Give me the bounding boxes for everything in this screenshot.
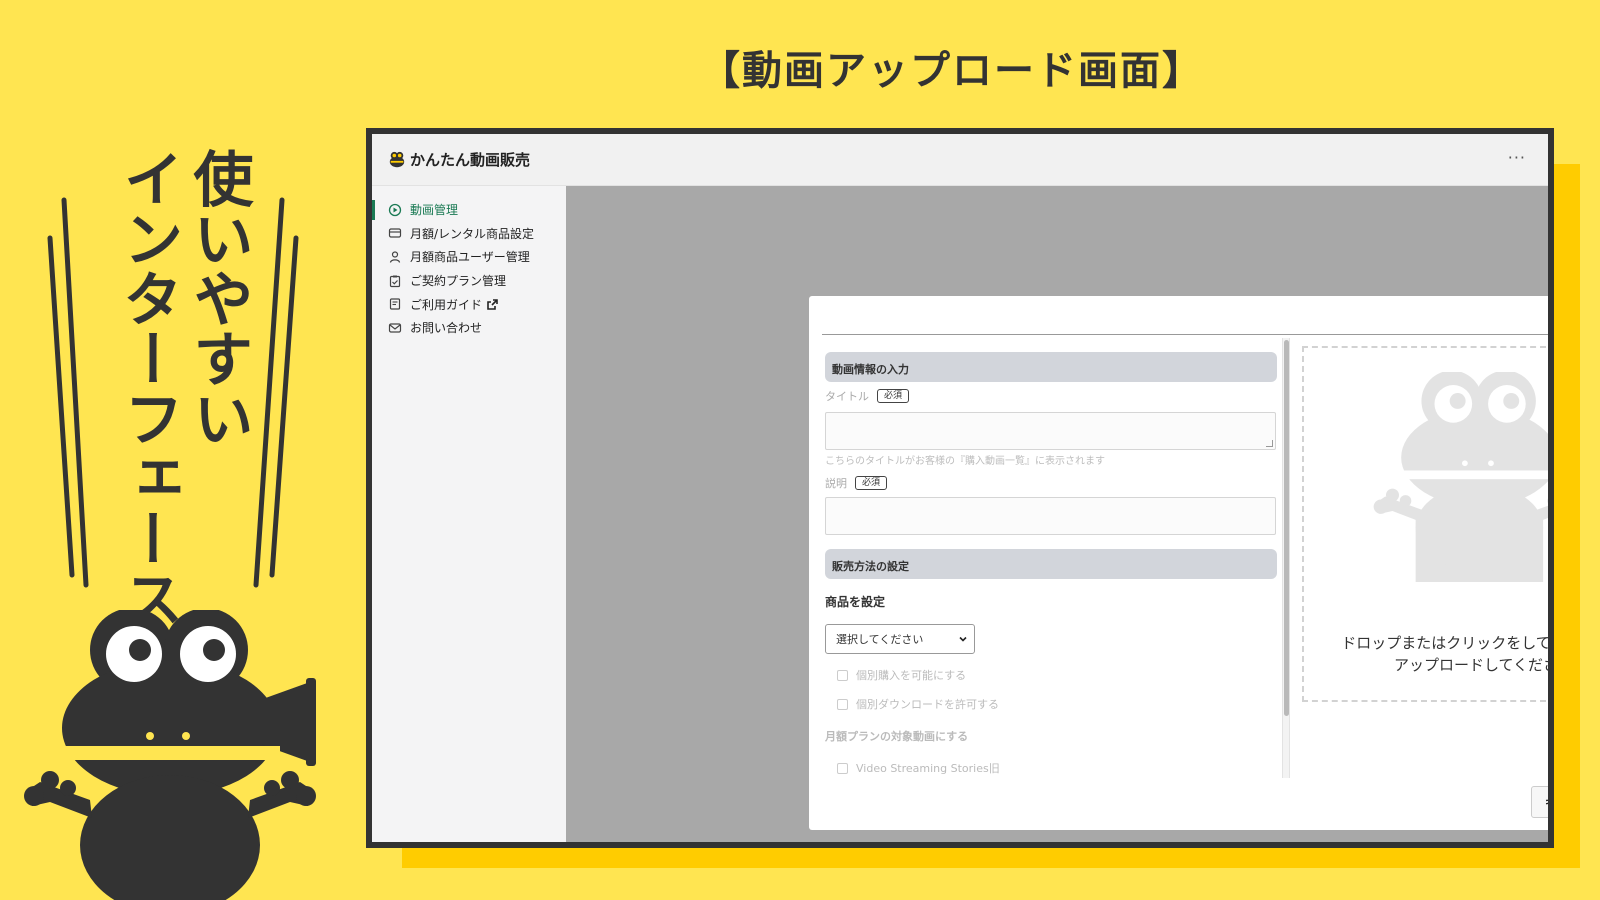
sidebar-item-label: 月額商品ユーザー管理: [410, 250, 530, 265]
file-dropzone[interactable]: ドロップまたはクリックをしてファイルを アップロードしてください: [1302, 346, 1551, 702]
individual-download-checkbox[interactable]: [837, 698, 848, 710]
title-hint: こちらのタイトルがお客様の『購入動画一覧』に表示されます: [825, 456, 1105, 467]
emphasis-lines: [47, 197, 299, 588]
section-video-info: 動画情報の入力: [825, 352, 1277, 382]
user-icon: [389, 251, 401, 263]
modal-header-divider: [822, 334, 1548, 335]
sidebar-item-user-guide[interactable]: ご利用ガイド: [372, 292, 566, 316]
sidebar: 動画管理 月額/レンタル商品設定 月額商品ユーザー管理 ご契約プラン管理 ご利用…: [372, 186, 566, 842]
sidebar-item-user-management[interactable]: 月額商品ユーザー管理: [372, 245, 566, 269]
sidebar-item-label: お問い合わせ: [410, 321, 483, 336]
sidebar-item-label: ご利用ガイド: [410, 297, 483, 312]
sidebar-item-product-settings[interactable]: 月額/レンタル商品設定: [372, 222, 566, 246]
cancel-button[interactable]: キャンセル: [1531, 786, 1548, 818]
individual-purchase-checkbox[interactable]: [837, 669, 848, 681]
monthly-plan-title: 月額プランの対象動画にする: [825, 730, 969, 743]
title-input[interactable]: [825, 412, 1276, 450]
individual-download-option[interactable]: 個別ダウンロードを許可する: [825, 696, 1277, 712]
upload-modal: 動画情報の入力 タイトル 必須 こちらのタイトルがお客様の『購入動画一覧』に表示…: [809, 296, 1551, 830]
sidebar-item-contact[interactable]: お問い合わせ: [372, 316, 566, 340]
chevron-down-icon: [959, 636, 967, 642]
play-circle-icon: [388, 203, 402, 216]
mascot-illustration: [24, 610, 316, 900]
product-setting-label: 商品を設定: [825, 595, 886, 609]
individual-download-label: 個別ダウンロードを許可する: [856, 698, 999, 711]
title-field-label: タイトル 必須: [825, 388, 1277, 404]
sidebar-item-video-management[interactable]: 動画管理: [372, 198, 566, 222]
description-label-text: 説明: [825, 477, 847, 490]
plan-option-label: Video Streaming Stories旧: [856, 762, 1000, 775]
description-field-label: 説明 必須: [825, 475, 1277, 491]
plan-checkbox[interactable]: [837, 762, 848, 774]
sidebar-item-label: ご契約プラン管理: [410, 274, 507, 289]
individual-purchase-option[interactable]: 個別購入を可能にする: [825, 667, 1277, 683]
sidebar-item-plan-management[interactable]: ご契約プラン管理: [372, 269, 566, 293]
sidebar-item-label: 動画管理: [410, 203, 459, 218]
mail-icon: [388, 323, 402, 333]
required-badge: 必須: [855, 476, 888, 490]
title-label-text: タイトル: [825, 390, 869, 403]
page-headline: 【動画アップロード画面】: [700, 48, 1204, 94]
product-select[interactable]: 選択してください: [825, 624, 975, 654]
required-badge: 必須: [877, 389, 910, 403]
external-link-icon: [487, 298, 498, 310]
dropzone-line2: アップロードしてください: [1393, 656, 1548, 674]
titlebar: かんたん動画販売 ···: [372, 134, 1548, 186]
video-form: 動画情報の入力 タイトル 必須 こちらのタイトルがお客様の『購入動画一覧』に表示…: [825, 352, 1277, 776]
card-icon: [388, 228, 402, 238]
guide-icon: [389, 298, 401, 310]
dropzone-line1: ドロップまたはクリックをしてファイルを: [1341, 634, 1551, 652]
individual-purchase-label: 個別購入を可能にする: [856, 669, 967, 682]
dropzone-instructions: ドロップまたはクリックをしてファイルを アップロードしてください: [1304, 632, 1551, 676]
section-sales-method: 販売方法の設定: [825, 549, 1277, 579]
form-scrollbar[interactable]: [1282, 338, 1290, 778]
description-input[interactable]: [825, 497, 1276, 535]
resize-grip-icon[interactable]: [1266, 440, 1273, 447]
app-title: かんたん動画販売: [410, 151, 531, 169]
mascot-placeholder-icon: [1373, 372, 1548, 582]
app-logo-icon: [389, 151, 405, 167]
modal-backdrop: 動画情報の入力 タイトル 必須 こちらのタイトルがお客様の『購入動画一覧』に表示…: [566, 186, 1548, 842]
sidebar-item-label: 月額/レンタル商品設定: [410, 226, 535, 241]
app-window: かんたん動画販売 ··· 動画管理 月額/レンタル商品設定 月額商品ユーザー管理…: [366, 128, 1554, 848]
plan-option[interactable]: Video Streaming Stories旧: [825, 760, 1277, 776]
clipboard-icon: [389, 275, 401, 287]
product-select-value: 選択してください: [836, 633, 924, 646]
scrollbar-thumb[interactable]: [1284, 340, 1289, 716]
more-menu-button[interactable]: ···: [1508, 148, 1526, 167]
